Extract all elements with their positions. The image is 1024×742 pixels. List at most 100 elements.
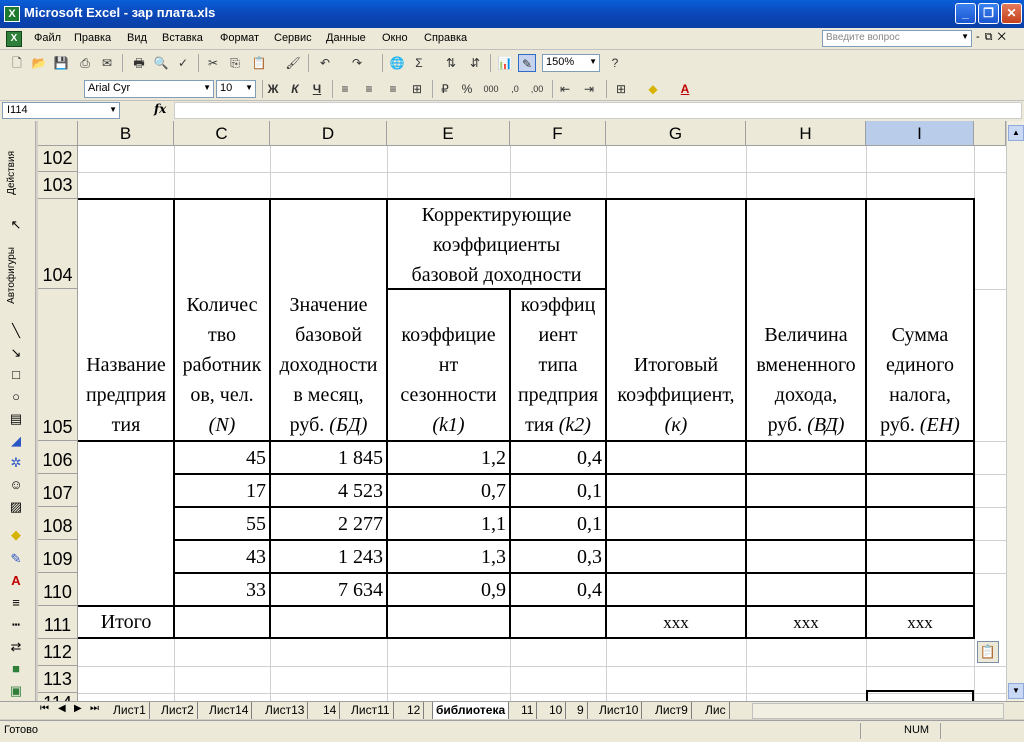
chart-wizard-icon[interactable]: 📊	[496, 54, 514, 72]
cell-base-income[interactable]: 1 243	[270, 542, 387, 572]
print-preview-icon[interactable]: 🔍	[152, 54, 170, 72]
cell-workers[interactable]: 33	[174, 575, 270, 605]
paste-icon[interactable]: 📋	[250, 54, 268, 72]
sheet-tab[interactable]: Лист14	[206, 702, 253, 719]
name-box[interactable]: I114 ▼	[2, 102, 120, 119]
minimize-button[interactable]: _	[955, 3, 976, 24]
3d-icon[interactable]: ▣	[8, 683, 24, 699]
thousands-icon[interactable]: 000	[482, 80, 500, 98]
cell-total-h[interactable]: ххх	[746, 608, 866, 638]
cell-base-income[interactable]: 1 845	[270, 443, 387, 473]
row-header[interactable]: 106	[38, 441, 78, 474]
sheet-tab[interactable]: 11	[518, 702, 538, 719]
wordart-icon[interactable]: ◢	[8, 433, 24, 449]
sort-descending-icon[interactable]: ⇵	[466, 54, 484, 72]
line-style-icon[interactable]: ≡	[8, 595, 24, 611]
row-header[interactable]: 109	[38, 540, 78, 573]
next-sheet-icon[interactable]: ▶	[74, 703, 82, 714]
sheet-tab-active[interactable]: библиотека	[432, 702, 510, 719]
shadow-icon[interactable]: ■	[8, 661, 24, 677]
scroll-down-icon[interactable]: ▼	[1008, 683, 1024, 699]
first-sheet-icon[interactable]: ⏮	[40, 703, 49, 714]
sheet-tab[interactable]: Лист10	[596, 702, 643, 719]
restore-button[interactable]: ❐	[978, 3, 999, 24]
col-header-b[interactable]: B	[78, 121, 174, 146]
bold-icon[interactable]: Ж	[264, 80, 282, 98]
row-header[interactable]: 112	[38, 639, 78, 666]
zoom-select[interactable]: 150% ▼	[542, 54, 600, 72]
col-header-g[interactable]: G	[606, 121, 746, 146]
borders-icon[interactable]: ⊞	[612, 80, 630, 98]
fill-color-icon[interactable]: ◆	[8, 527, 24, 543]
cut-icon[interactable]: ✂	[204, 54, 222, 72]
menu-window[interactable]: Окно	[382, 32, 408, 44]
col-header-i[interactable]: I	[866, 121, 974, 146]
row-header[interactable]: 105	[38, 289, 78, 441]
sort-ascending-icon[interactable]: ⇅	[442, 54, 460, 72]
row-header[interactable]: 110	[38, 573, 78, 606]
menu-data[interactable]: Данные	[326, 32, 366, 44]
hyperlink-icon[interactable]: 🌐	[388, 54, 406, 72]
autosum-icon[interactable]: Σ	[410, 54, 428, 72]
cell-total-label[interactable]: Итого	[78, 607, 174, 637]
formula-input[interactable]	[174, 102, 1022, 119]
select-all-corner[interactable]	[38, 121, 78, 146]
row-header[interactable]: 108	[38, 507, 78, 540]
new-icon[interactable]: 🗋	[8, 54, 26, 72]
font-select[interactable]: Arial Cyr ▼	[84, 80, 214, 98]
cell-workers[interactable]: 45	[174, 443, 270, 473]
col-header-f[interactable]: F	[510, 121, 606, 146]
cell-base-income[interactable]: 7 634	[270, 575, 387, 605]
align-right-icon[interactable]: ≡	[384, 80, 402, 98]
paste-options-icon[interactable]: 📋	[977, 641, 999, 663]
spreadsheet-grid[interactable]: B C D E F G H I 102 103 104 105 106 107 …	[38, 121, 1006, 701]
ask-question-box[interactable]: Введите вопрос ▼	[822, 30, 972, 47]
cell-k2[interactable]: 0,4	[510, 443, 606, 473]
row-header[interactable]: 111	[38, 606, 78, 639]
scroll-up-icon[interactable]: ▲	[1008, 125, 1024, 141]
close-button[interactable]: ✕	[1001, 3, 1022, 24]
align-center-icon[interactable]: ≡	[360, 80, 378, 98]
oval-icon[interactable]: ○	[8, 389, 24, 405]
line-color-icon[interactable]: ✎	[8, 551, 24, 567]
sheet-tab[interactable]: Лист13	[262, 702, 309, 719]
cell-k1[interactable]: 1,3	[387, 542, 510, 572]
line-icon[interactable]: ╲	[8, 323, 24, 339]
help-icon[interactable]: ?	[606, 54, 624, 72]
sheet-tab[interactable]: Лис	[702, 702, 730, 719]
sheet-tab[interactable]: Лист2	[158, 702, 198, 719]
cell-k2[interactable]: 0,4	[510, 575, 606, 605]
active-cell-i114[interactable]	[866, 690, 974, 701]
copy-icon[interactable]: ⎘	[226, 54, 244, 72]
currency-icon[interactable]: ₽	[436, 80, 454, 98]
arrow-style-icon[interactable]: ⇄	[8, 639, 24, 655]
sheet-tab[interactable]: 9	[574, 702, 588, 719]
col-header-j[interactable]	[974, 121, 1006, 146]
vertical-scrollbar[interactable]: ▲ ▼	[1006, 121, 1024, 701]
underline-icon[interactable]: Ч	[308, 80, 326, 98]
sheet-tab[interactable]: 12	[404, 702, 425, 719]
document-window-controls[interactable]: -⧉✕	[976, 31, 1011, 44]
row-header[interactable]: 114	[38, 693, 78, 701]
picture-icon[interactable]: ▨	[8, 499, 24, 515]
rectangle-icon[interactable]: □	[8, 367, 24, 383]
cell-k1[interactable]: 0,9	[387, 575, 510, 605]
autoshapes-menu[interactable]: Автофигуры	[6, 247, 17, 304]
undo-icon[interactable]: ↶	[316, 54, 334, 72]
fill-color-icon[interactable]: ◆	[644, 80, 662, 98]
italic-icon[interactable]: К	[286, 80, 304, 98]
cell-workers[interactable]: 55	[174, 509, 270, 539]
increase-decimal-icon[interactable]: ,0	[506, 80, 524, 98]
excel-app-icon[interactable]: X	[4, 6, 20, 22]
menu-format[interactable]: Формат	[220, 32, 259, 44]
arrow-icon[interactable]: ↘	[8, 345, 24, 361]
col-header-e[interactable]: E	[387, 121, 510, 146]
sheet-tab[interactable]: 14	[320, 702, 341, 719]
sheet-tab[interactable]: Лист11	[348, 702, 394, 719]
cell-total-i[interactable]: ххх	[866, 608, 974, 638]
cell-k2[interactable]: 0,3	[510, 542, 606, 572]
cell-workers[interactable]: 43	[174, 542, 270, 572]
merge-center-icon[interactable]: ⊞	[408, 80, 426, 98]
workbook-icon[interactable]: X	[6, 31, 22, 47]
row-header[interactable]: 107	[38, 474, 78, 507]
